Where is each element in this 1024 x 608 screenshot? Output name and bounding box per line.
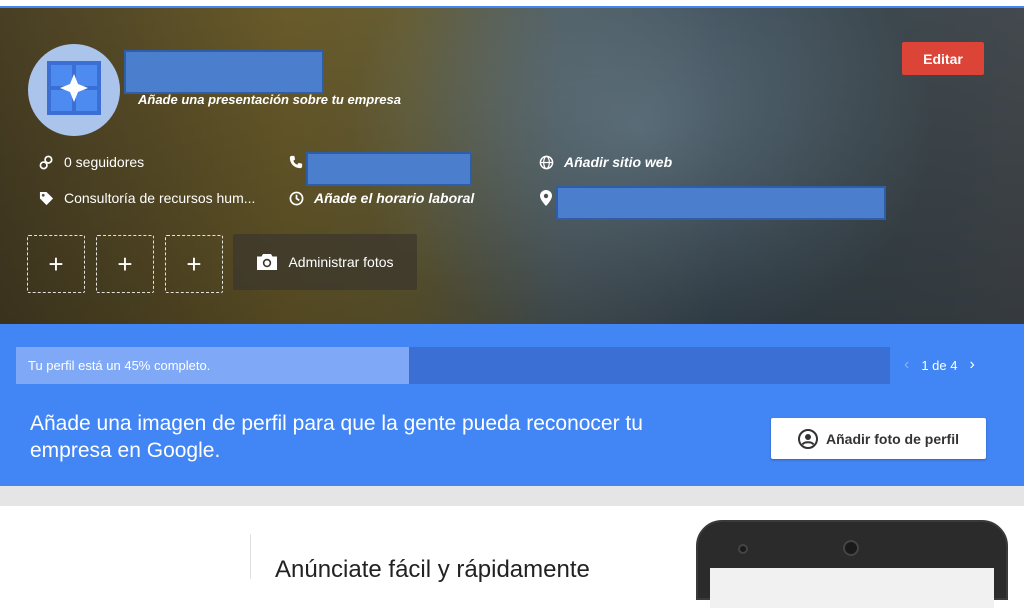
website-info[interactable]: Añadir sitio web — [538, 154, 672, 170]
promo-title: Anúnciate fácil y rápidamente — [275, 556, 590, 583]
category-info[interactable]: Consultoría de recursos hum... — [38, 190, 255, 206]
hours-link: Añade el horario laboral — [314, 190, 475, 206]
add-intro-link[interactable]: Añade una presentación sobre tu empresa — [138, 92, 401, 107]
add-profile-photo-label: Añadir foto de perfil — [826, 430, 959, 447]
camera-icon — [256, 253, 278, 271]
phone-number-redacted — [306, 152, 472, 186]
top-strip — [0, 0, 1024, 8]
tag-icon — [38, 190, 54, 206]
add-photo-slot[interactable]: + — [165, 235, 223, 293]
divider — [250, 534, 251, 579]
address-redacted — [556, 186, 886, 220]
phone-mockup-image — [696, 520, 1008, 608]
pager: ‹ 1 de 4 › — [904, 357, 975, 373]
chevron-right-icon[interactable]: › — [969, 357, 974, 373]
clock-icon — [288, 190, 304, 206]
section-separator — [0, 486, 1024, 506]
add-photo-slot[interactable]: + — [27, 235, 85, 293]
profile-completion-panel: Tu perfil está un 45% completo. ‹ 1 de 4… — [0, 324, 1024, 486]
cover-photo: Añade una presentación sobre tu empresa … — [0, 8, 1024, 324]
location-pin-icon — [538, 190, 554, 206]
globe-icon — [538, 154, 554, 170]
category-text: Consultoría de recursos hum... — [64, 190, 256, 206]
website-link: Añadir sitio web — [564, 154, 673, 170]
promo-section: Anúnciate fácil y rápidamente — [0, 506, 1024, 608]
hours-info[interactable]: Añade el horario laboral — [288, 190, 474, 206]
edit-button[interactable]: Editar — [902, 42, 984, 75]
progress-bar: Tu perfil está un 45% completo. — [16, 347, 890, 384]
add-profile-photo-button[interactable]: Añadir foto de perfil — [771, 418, 986, 459]
manage-photos-button[interactable]: Administrar fotos — [233, 234, 417, 290]
phone-icon — [288, 154, 304, 170]
pager-text: 1 de 4 — [921, 357, 958, 373]
chevron-left-icon[interactable]: ‹ — [904, 357, 909, 373]
progress-text: Tu perfil está un 45% completo. — [28, 358, 211, 373]
add-photo-slot[interactable]: + — [96, 235, 154, 293]
business-logo-icon — [46, 60, 102, 121]
manage-photos-label: Administrar fotos — [288, 254, 394, 270]
completion-prompt: Añade una imagen de perfil para que la g… — [30, 412, 643, 462]
followers-text: 0 seguidores — [64, 154, 145, 170]
business-name-redacted — [124, 50, 324, 94]
followers-icon — [38, 154, 54, 170]
account-circle-icon — [798, 428, 818, 449]
profile-avatar[interactable] — [28, 44, 120, 136]
followers-info[interactable]: 0 seguidores — [38, 154, 144, 170]
